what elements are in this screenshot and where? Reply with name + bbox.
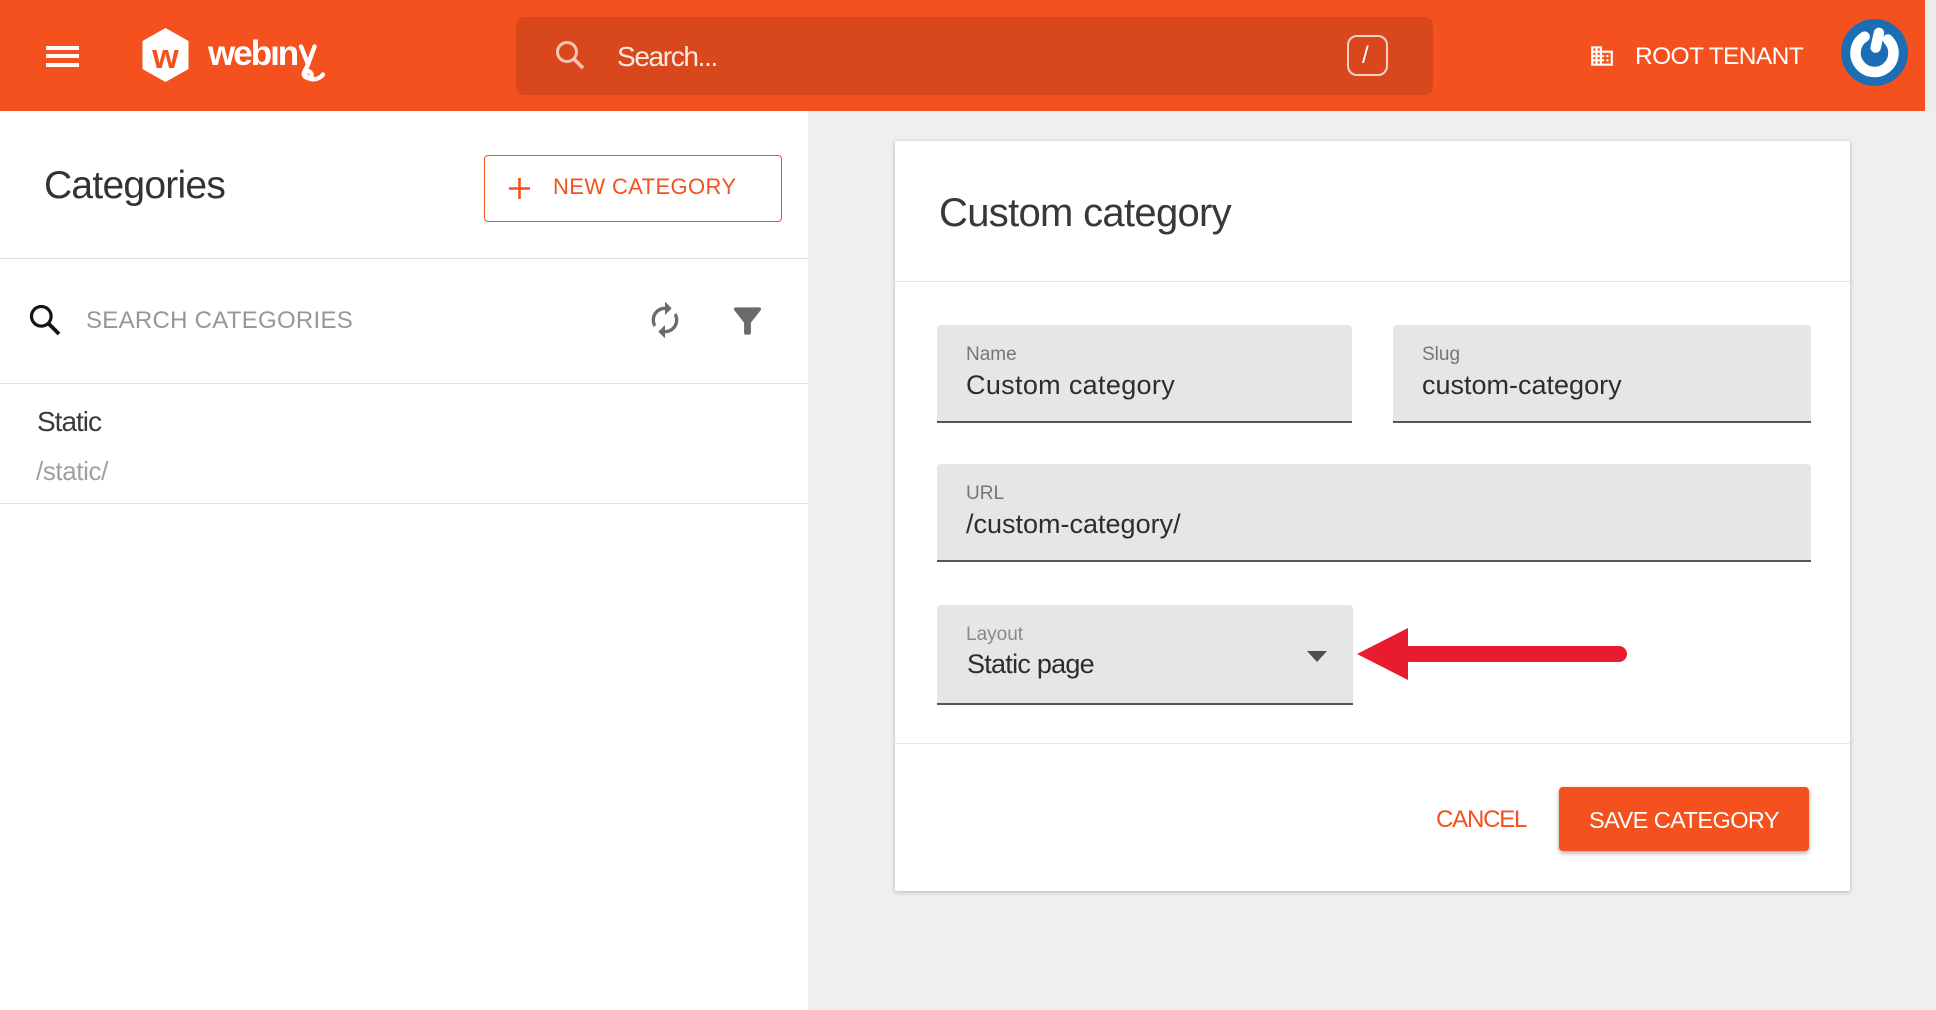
svg-text:w: w xyxy=(151,38,179,76)
